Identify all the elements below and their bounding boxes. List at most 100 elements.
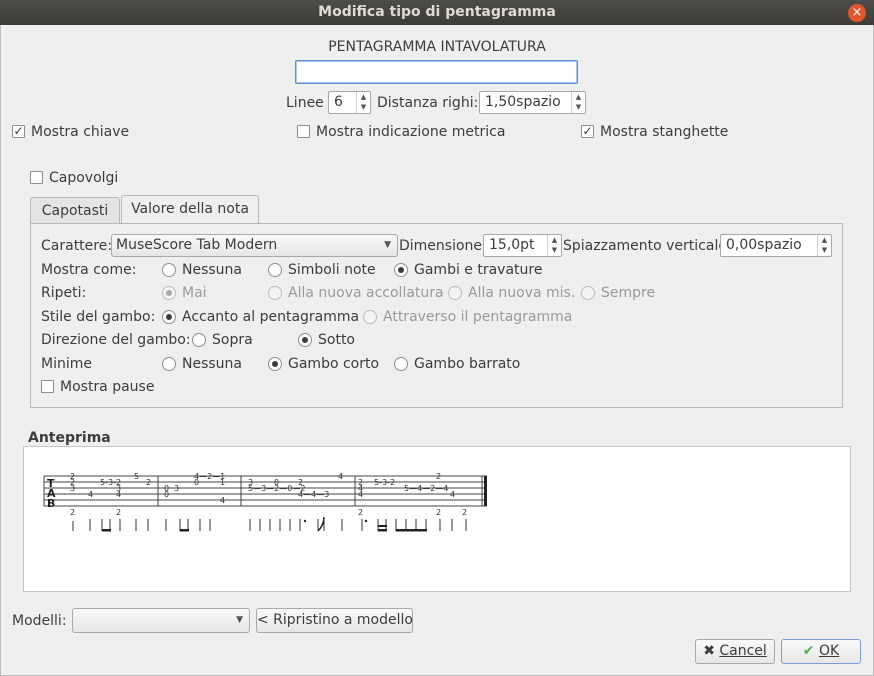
preview-label: Anteprima [28,430,111,446]
reset-to-template-button[interactable]: < Ripristino a modello [256,608,413,633]
minims-none-label: Nessuna [182,356,242,372]
minims-slashed-radio[interactable] [394,357,408,371]
title-bar: Modifica tipo di pentagramma [0,0,874,25]
svg-text:3: 3 [174,484,179,493]
chevron-down-icon: ▼ [236,615,243,625]
staff-group-name: PENTAGRAMMA INTAVOLATURA [328,39,546,55]
spacing-spin-arrows-icon[interactable]: ▲ ▼ [571,92,585,113]
repeat-always-radio[interactable] [581,286,595,300]
svg-text:5-3-2: 5-3-2 [374,478,395,487]
stem-through-radio[interactable] [363,310,377,324]
svg-text:4: 4 [88,490,93,499]
repeat-label: Ripeti: [41,285,87,301]
staff-name-input[interactable] [295,60,578,84]
size-label: Dimensione: [399,238,487,254]
size-spinbox[interactable]: 15,0pt ▲ ▼ [483,234,562,257]
svg-text:0: 0 [194,478,199,487]
show-as-stems-label: Gambi e travature [414,262,543,278]
voffset-spinbox[interactable]: 0,00spazio ▲ ▼ [720,234,832,257]
show-clef-label: Mostra chiave [31,124,130,140]
repeat-always-label: Sempre [601,285,656,301]
spacing-label: Distanza righi: [377,95,479,111]
show-timesig-checkbox[interactable] [297,125,310,138]
svg-text:2: 2 [146,478,151,487]
lines-spin-arrows-icon[interactable]: ▲ ▼ [356,92,370,113]
svg-text:4—4—3: 4—4—3 [298,490,329,499]
svg-text:3: 3 [116,484,121,493]
tab-clef-b: B [47,497,55,510]
stem-down-label: Sotto [318,332,355,348]
svg-text:2: 2 [436,508,441,517]
font-label: Carattere: [41,238,113,254]
cancel-label: Cancel [719,643,767,659]
svg-text:5—4—2—4: 5—4—2—4 [404,484,448,493]
svg-text:1: 1 [220,478,225,487]
templates-combobox[interactable]: ▼ [72,608,250,633]
minims-label: Minime [41,356,92,372]
stem-style-label: Stile del gambo: [41,309,156,325]
close-icon: × [851,5,863,20]
close-button[interactable]: × [848,4,866,22]
show-rests-label: Mostra pause [60,379,155,395]
stem-up-label: Sopra [212,332,253,348]
show-as-none-label: Nessuna [182,262,242,278]
size-spin-arrows-icon[interactable]: ▲ ▼ [547,235,561,256]
lines-label: Linee [286,95,324,111]
tablature-preview: 232 45-3-243 52 003 4—2—10 14 35—3—2—0—20… [43,472,487,532]
flip-label: Capovolgi [49,170,119,186]
flip-checkbox[interactable] [30,171,43,184]
repeat-never-radio[interactable] [162,286,176,300]
svg-text:0: 0 [164,490,169,499]
svg-text:2: 2 [70,478,75,487]
svg-text:2: 2 [462,508,467,517]
repeat-system-radio[interactable] [268,286,282,300]
ok-label: OK [818,643,840,659]
repeat-measure-radio[interactable] [448,286,462,300]
show-barlines-checkbox[interactable]: ✓ [581,125,594,138]
svg-text:4: 4 [338,472,343,481]
chevron-down-icon: ▼ [384,240,391,250]
svg-text:5: 5 [134,472,139,481]
show-as-symbols-radio[interactable] [268,263,282,277]
show-clef-checkbox[interactable]: ✓ [12,125,25,138]
size-value: 15,0pt [489,237,535,253]
minims-short-radio[interactable] [268,357,282,371]
spacing-spinbox[interactable]: 1,50spazio ▲ ▼ [479,91,586,114]
lines-spinbox[interactable]: 6 ▲ ▼ [328,91,371,114]
show-barlines-label: Mostra stanghette [600,124,729,140]
font-value: MuseScore Tab Modern [116,237,278,253]
svg-text:2: 2 [298,478,303,487]
minims-none-radio[interactable] [162,357,176,371]
stem-up-radio[interactable] [192,333,206,347]
show-as-none-radio[interactable] [162,263,176,277]
svg-text:4: 4 [220,496,225,505]
stem-beside-label: Accanto al pentagramma [182,309,360,325]
cancel-icon: ✖ [703,643,715,659]
tab-note-values-label: Valore della nota [131,201,249,217]
show-as-stems-radio[interactable] [394,263,408,277]
voffset-spin-arrows-icon[interactable]: ▲ ▼ [817,235,831,256]
stem-dir-label: Direzione del gambo: [41,332,191,348]
reset-to-template-label: < Ripristino a modello [257,612,413,628]
ok-button[interactable]: ✔ OK [781,639,861,664]
svg-text:2: 2 [358,508,363,517]
stem-beside-radio[interactable] [162,310,176,324]
stem-down-radio[interactable] [298,333,312,347]
voffset-label: Spiazzamento verticale [563,238,727,254]
svg-text:4: 4 [358,490,363,499]
stem-through-label: Attraverso il pentagramma [383,309,573,325]
tab-frets[interactable]: Capotasti [30,197,120,224]
cancel-button[interactable]: ✖ Cancel [695,639,775,664]
show-timesig-label: Mostra indicazione metrica [316,124,506,140]
svg-text:2: 2 [116,508,121,517]
tab-frets-label: Capotasti [41,203,109,219]
minims-slashed-label: Gambo barrato [414,356,521,372]
templates-label: Modelli: [12,613,67,629]
show-as-symbols-label: Simboli note [288,262,376,278]
show-rests-checkbox[interactable] [41,380,54,393]
repeat-system-label: Alla nuova accollatura [288,285,444,301]
svg-text:4: 4 [450,490,455,499]
tab-note-values[interactable]: Valore della nota [121,195,259,224]
font-combobox[interactable]: MuseScore Tab Modern ▼ [111,234,398,257]
ok-check-icon: ✔ [802,643,815,659]
